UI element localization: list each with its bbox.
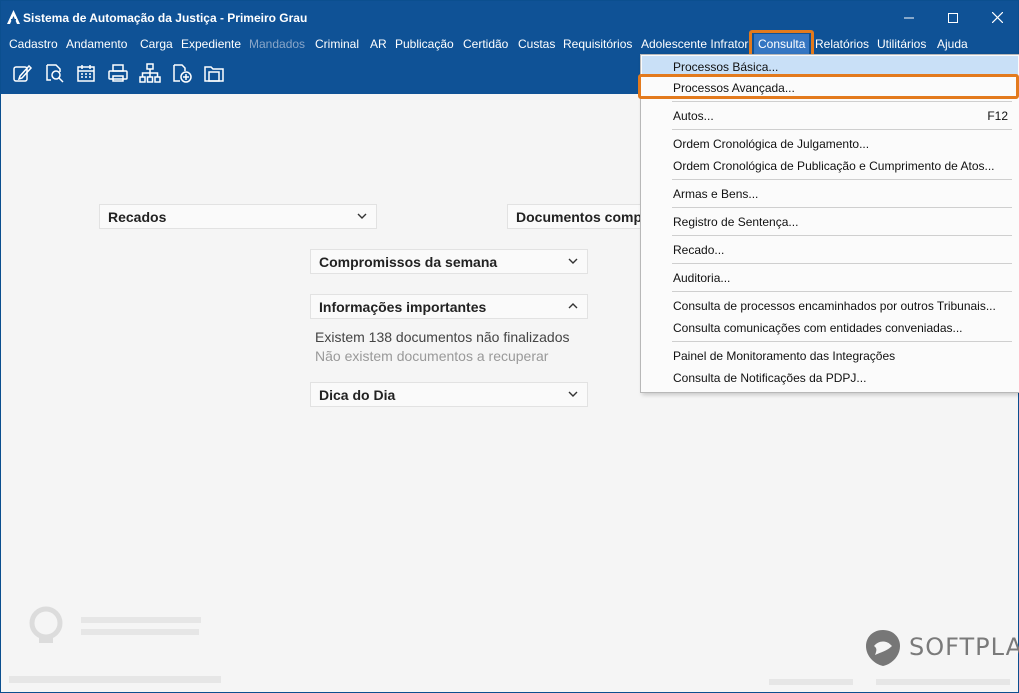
menu-relatorios[interactable]: Relatórios	[815, 37, 869, 51]
chevron-up-icon	[568, 303, 578, 309]
window-title: Sistema de Automação da Justiça - Primei…	[23, 11, 308, 25]
panel-informacoes[interactable]: Informações importantes	[310, 294, 588, 319]
menu-item-armas-bens[interactable]: Armas e Bens...	[642, 183, 1018, 204]
menu-mandados: Mandados	[249, 37, 306, 51]
menu-custas[interactable]: Custas	[518, 37, 555, 51]
softplan-shield-icon	[866, 630, 900, 666]
status-bar-date-faded	[876, 679, 1010, 685]
panel-documentos-title: Documentos compa	[516, 209, 650, 225]
status-bar-version-faded	[769, 679, 853, 685]
minimize-icon	[904, 17, 914, 18]
menu-bar: Cadastro Andamento Carga Expediente Mand…	[1, 34, 1018, 54]
panel-informacoes-title: Informações importantes	[319, 299, 487, 315]
chevron-down-icon	[357, 213, 367, 219]
menu-separator	[672, 235, 1012, 236]
softplan-logo: SOFTPLAN	[865, 629, 1019, 669]
edit-icon[interactable]	[11, 62, 33, 84]
chevron-down-icon	[568, 391, 578, 397]
panel-compromissos[interactable]: Compromissos da semana	[310, 249, 588, 274]
menu-ajuda[interactable]: Ajuda	[937, 37, 968, 51]
menu-separator	[672, 341, 1012, 342]
menu-separator	[672, 291, 1012, 292]
close-button[interactable]	[974, 1, 1019, 34]
app-logo-icon	[7, 10, 20, 24]
menu-andamento[interactable]: Andamento	[66, 37, 127, 51]
softplan-brand-text: SOFTPLAN	[909, 633, 1019, 661]
minimize-button[interactable]	[886, 1, 932, 34]
menu-separator	[672, 129, 1012, 130]
maximize-button[interactable]	[930, 1, 976, 34]
maximize-icon	[948, 12, 958, 23]
info-documentos-nao-finalizados[interactable]: Existem 138 documentos não finalizados	[315, 329, 569, 345]
menu-criminal[interactable]: Criminal	[315, 37, 359, 51]
menu-separator	[672, 207, 1012, 208]
menu-certidao[interactable]: Certidão	[463, 37, 508, 51]
panel-dica-do-dia[interactable]: Dica do Dia	[310, 382, 588, 407]
watermark-bar	[81, 629, 199, 635]
menu-ar[interactable]: AR	[370, 37, 387, 51]
menu-item-notificacoes-pdpj[interactable]: Consulta de Notificações da PDPJ...	[642, 367, 1018, 388]
panel-dica-title: Dica do Dia	[319, 387, 396, 403]
menu-item-ordem-julgamento[interactable]: Ordem Cronológica de Julgamento...	[642, 133, 1018, 154]
watermark-bar	[81, 617, 201, 623]
menu-separator	[672, 101, 1012, 102]
consulta-highlight	[749, 30, 814, 57]
menu-carga[interactable]: Carga	[140, 37, 173, 51]
title-bar[interactable]: Sistema de Automação da Justiça - Primei…	[1, 1, 1018, 34]
hierarchy-icon[interactable]	[139, 62, 161, 84]
menu-separator	[672, 263, 1012, 264]
menu-item-registro-sentenca[interactable]: Registro de Sentença...	[642, 211, 1018, 232]
menu-separator	[672, 179, 1012, 180]
processos-avancada-highlight	[638, 74, 1019, 99]
menu-item-comunicacoes-entidades[interactable]: Consulta comunicações com entidades conv…	[642, 317, 1018, 338]
printer-icon[interactable]	[107, 62, 129, 84]
search-document-icon[interactable]	[43, 62, 65, 84]
close-icon	[991, 12, 1003, 23]
menu-item-auditoria[interactable]: Auditoria...	[642, 267, 1018, 288]
panel-recados-title: Recados	[108, 209, 167, 225]
menu-item-recado[interactable]: Recado...	[642, 239, 1018, 260]
shortcut-f12: F12	[987, 109, 1008, 123]
menu-item-painel-monitoramento[interactable]: Painel de Monitoramento das Integrações	[642, 345, 1018, 366]
calendar-icon[interactable]	[75, 62, 97, 84]
folder-icon[interactable]	[203, 62, 225, 84]
consulta-dropdown-menu: Processos Básica... Processos Avançada..…	[640, 54, 1019, 393]
menu-adolescente-infrator[interactable]: Adolescente Infrator	[641, 37, 748, 51]
panel-recados[interactable]: Recados	[99, 204, 377, 229]
menu-item-processos-tribunais[interactable]: Consulta de processos encaminhados por o…	[642, 295, 1018, 316]
court-seal-watermark	[29, 606, 63, 643]
menu-publicacao[interactable]: Publicação	[395, 37, 454, 51]
menu-item-ordem-publicacao[interactable]: Ordem Cronológica de Publicação e Cumpri…	[642, 155, 1018, 176]
add-document-icon[interactable]	[171, 62, 193, 84]
menu-item-autos[interactable]: Autos... F12	[642, 105, 1018, 126]
menu-requisitorios[interactable]: Requisitórios	[563, 37, 632, 51]
status-bar-left-faded	[9, 676, 221, 683]
menu-expediente[interactable]: Expediente	[181, 37, 241, 51]
info-documentos-recuperar: Não existem documentos a recuperar	[315, 348, 549, 364]
app-window: Sistema de Automação da Justiça - Primei…	[0, 0, 1019, 693]
menu-utilitarios[interactable]: Utilitários	[877, 37, 926, 51]
chevron-down-icon	[568, 258, 578, 264]
menu-cadastro[interactable]: Cadastro	[9, 37, 58, 51]
panel-compromissos-title: Compromissos da semana	[319, 254, 498, 270]
